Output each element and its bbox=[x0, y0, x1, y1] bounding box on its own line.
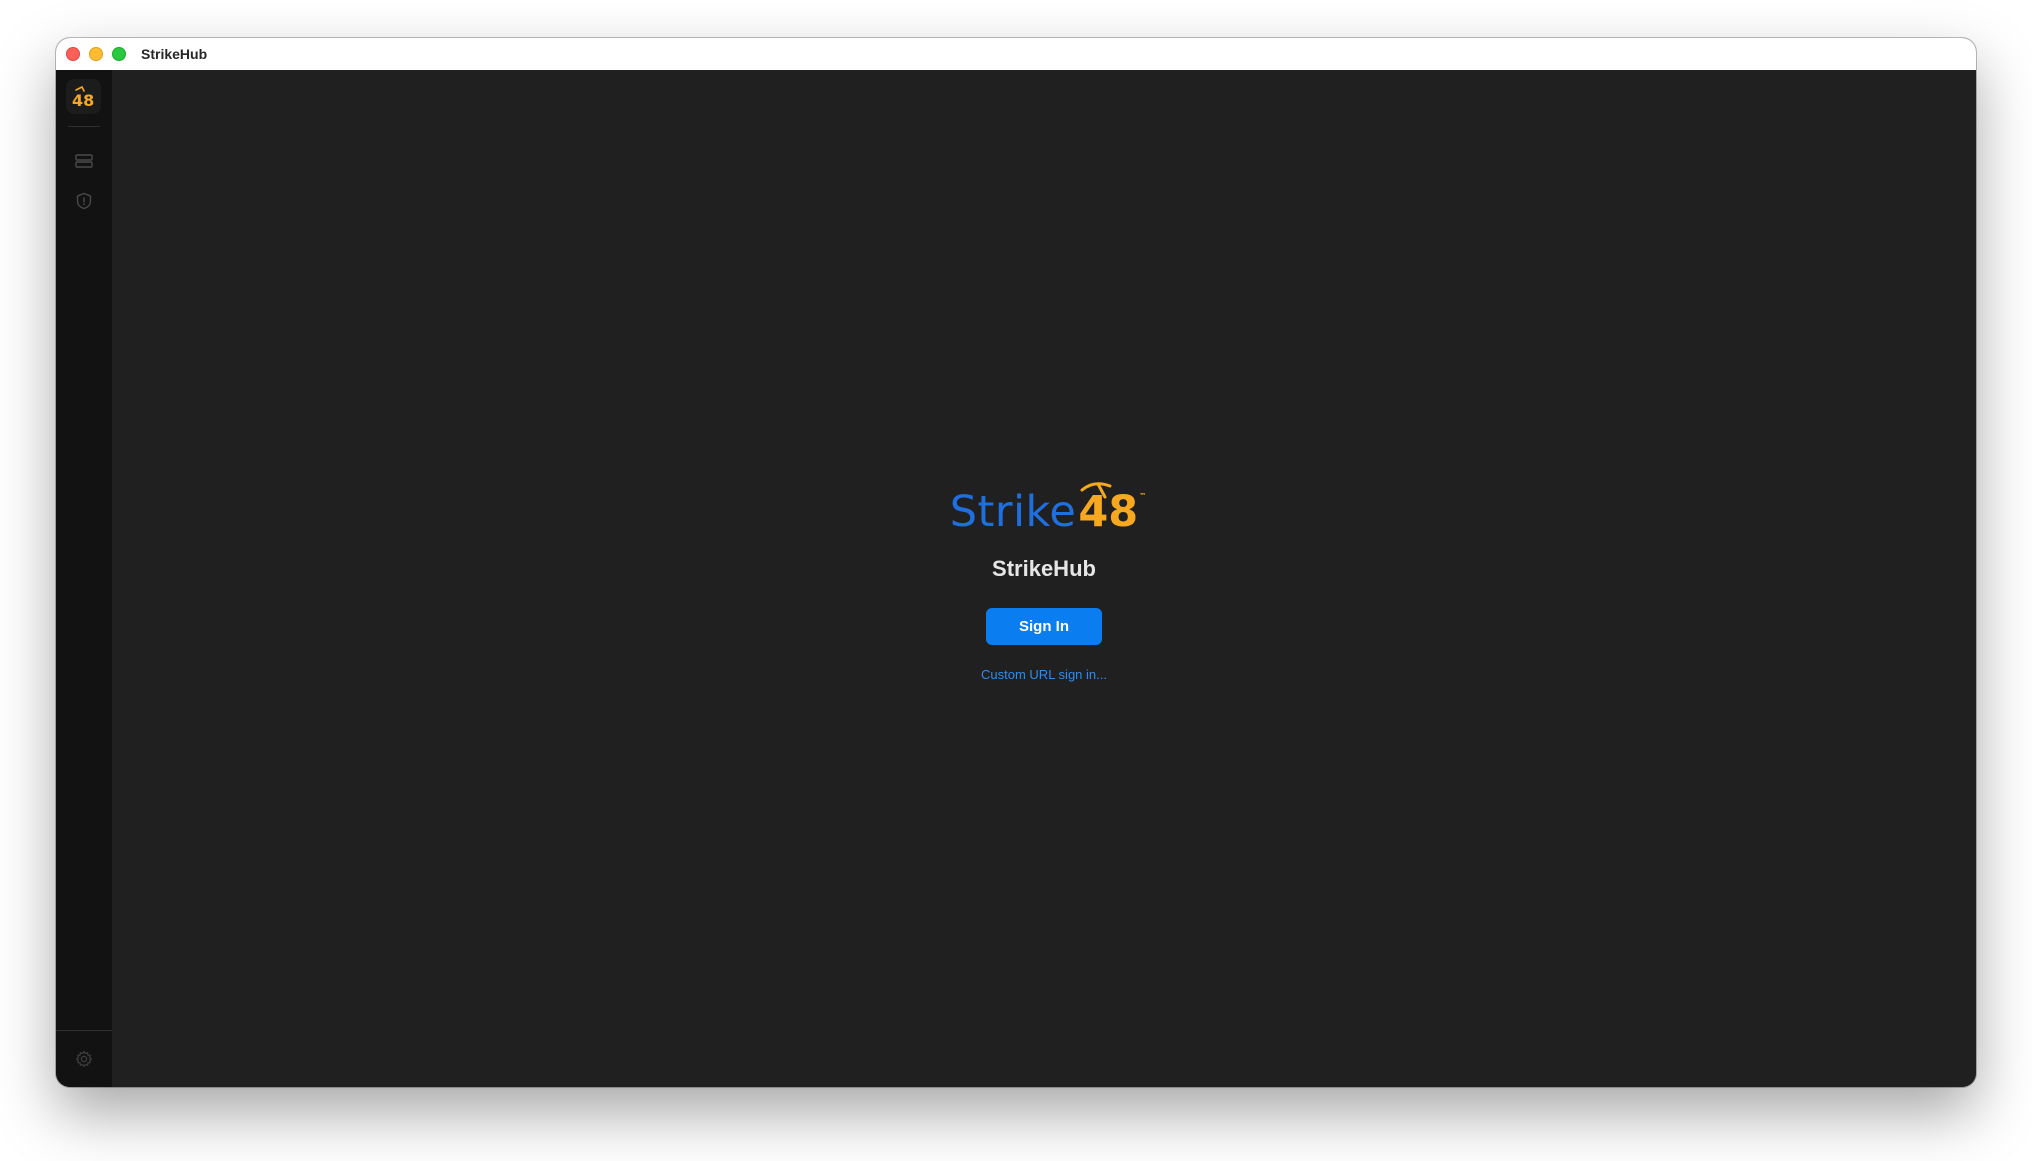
window-title: StrikeHub bbox=[141, 46, 208, 62]
server-icon bbox=[75, 154, 93, 168]
settings-button[interactable] bbox=[73, 1048, 95, 1070]
sidebar-item-servers[interactable] bbox=[73, 150, 95, 172]
maximize-window-button[interactable] bbox=[112, 47, 126, 61]
main-content: Strike 48 ™ StrikeHub Sign In Custom URL… bbox=[112, 70, 1976, 1087]
minimize-window-button[interactable] bbox=[89, 47, 103, 61]
sidebar-divider bbox=[68, 126, 100, 127]
sign-in-button[interactable]: Sign In bbox=[986, 608, 1102, 645]
sidebar-footer-divider bbox=[56, 1030, 112, 1031]
strike48-logo-icon: 48 bbox=[72, 85, 94, 109]
trademark-mark: ™ bbox=[1139, 492, 1147, 500]
strike48-brand-logo: Strike 48 ™ bbox=[949, 478, 1146, 537]
close-window-button[interactable] bbox=[66, 47, 80, 61]
sign-in-panel: Strike 48 ™ StrikeHub Sign In Custom URL… bbox=[112, 478, 1976, 682]
brand-word: Strike bbox=[949, 487, 1077, 537]
gear-icon bbox=[75, 1050, 93, 1068]
window-controls bbox=[66, 47, 126, 61]
brand-number: 48 ™ bbox=[1078, 482, 1146, 534]
sidebar-logo[interactable]: 48 bbox=[66, 79, 101, 114]
app-name: StrikeHub bbox=[992, 556, 1096, 581]
pickaxe-icon bbox=[1080, 482, 1112, 499]
sidebar: 48 bbox=[56, 70, 113, 1087]
app-window: StrikeHub 48 Strike 48 ™ StrikeHub Sign … bbox=[56, 38, 1976, 1087]
custom-url-sign-in-link[interactable]: Custom URL sign in... bbox=[981, 667, 1107, 682]
sidebar-item-security[interactable] bbox=[73, 190, 95, 212]
title-bar: StrikeHub bbox=[56, 38, 1976, 71]
shield-icon bbox=[76, 192, 92, 210]
svg-text:48: 48 bbox=[72, 91, 94, 109]
